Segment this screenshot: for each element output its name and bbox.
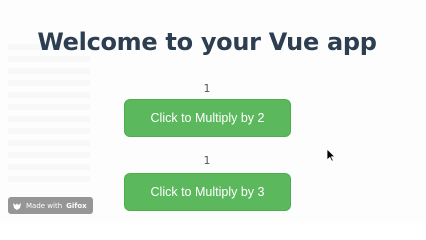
multiply-by-3-button[interactable]: Click to Multiply by 3: [124, 173, 291, 211]
counter-value-2: 1: [203, 154, 211, 167]
watermark-brand: Gifox: [66, 201, 87, 210]
gifox-watermark: Made with Gifox: [8, 197, 93, 214]
page-title: Welcome to your Vue app: [37, 28, 377, 56]
app-root: Welcome to your Vue app 1 Click to Multi…: [0, 0, 426, 223]
multiply-by-2-button[interactable]: Click to Multiply by 2: [124, 99, 291, 137]
counter-value-1: 1: [203, 82, 211, 95]
mouse-pointer-icon: [326, 148, 336, 162]
watermark-prefix: Made with: [26, 201, 63, 210]
gifox-logo-icon: [13, 202, 21, 210]
